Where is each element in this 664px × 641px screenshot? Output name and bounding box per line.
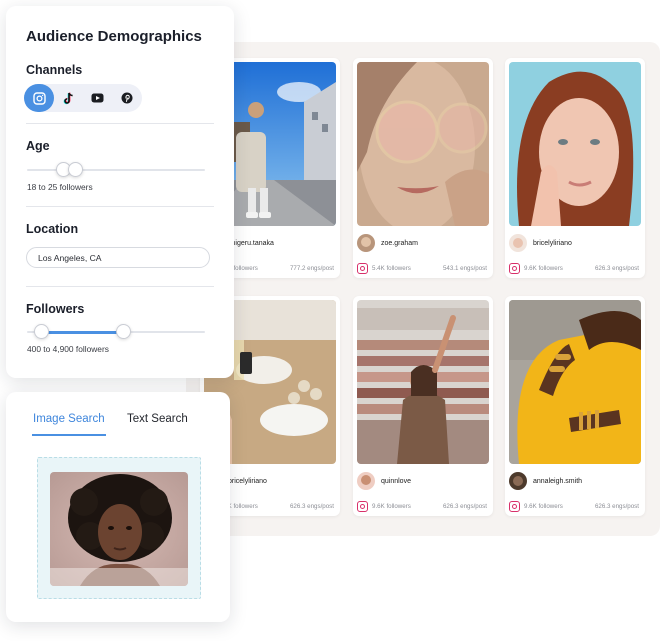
- channel-pinterest[interactable]: [112, 84, 141, 112]
- channel-instagram[interactable]: [24, 84, 54, 112]
- channel-selector: [24, 84, 142, 112]
- tab-image-search[interactable]: Image Search: [33, 413, 105, 425]
- influencer-photo[interactable]: [509, 300, 641, 464]
- instagram-icon: [357, 500, 368, 512]
- follower-count: 9.6K followers: [524, 502, 563, 510]
- pinterest-icon: [121, 92, 132, 104]
- influencer-user: bricelyliriano: [509, 234, 572, 252]
- followers-label: Followers: [26, 302, 85, 316]
- influencer-stats: 9.6K followers 626.3 engs/post: [509, 500, 639, 512]
- instagram-icon: [509, 500, 520, 512]
- avatar: [357, 472, 375, 490]
- engagement-rate: 626.3 engs/post: [442, 502, 487, 510]
- divider: [26, 123, 214, 124]
- influencer-handle[interactable]: bricelyliriano: [228, 478, 267, 485]
- divider: [26, 286, 214, 287]
- divider: [26, 206, 214, 207]
- channels-label: Channels: [26, 63, 83, 77]
- audience-demographics-panel: Audience Demographics Channels Age 18 to…: [6, 6, 234, 378]
- influencer-photo[interactable]: [357, 300, 489, 464]
- follower-count: 5.4K followers: [372, 264, 411, 272]
- engagement-rate: 543.1 engs/post: [442, 264, 487, 272]
- influencer-card[interactable]: quinnlove 9.6K followers 626.3 engs/post: [353, 296, 493, 516]
- age-label: Age: [26, 139, 50, 153]
- follower-count: 9.6K followers: [524, 264, 563, 272]
- location-input[interactable]: [26, 247, 210, 268]
- influencer-stats: 9.6K followers 626.3 engs/post: [509, 262, 639, 274]
- youtube-icon: [91, 93, 104, 103]
- influencer-user: quinnlove: [357, 472, 411, 490]
- channel-youtube[interactable]: [83, 84, 112, 112]
- influencer-handle[interactable]: annaleigh.smith: [533, 478, 582, 485]
- influencer-user: zoe.graham: [357, 234, 418, 252]
- location-label: Location: [26, 222, 79, 236]
- image-drop-zone[interactable]: [37, 457, 201, 599]
- influencer-photo[interactable]: [509, 62, 641, 226]
- slider-max-handle[interactable]: [67, 162, 83, 177]
- tab-text-search[interactable]: Text Search: [127, 413, 188, 425]
- influencer-user: annaleigh.smith: [509, 472, 582, 490]
- influencer-handle[interactable]: shigeru.tanaka: [228, 240, 274, 247]
- influencer-card[interactable]: zoe.graham 5.4K followers 543.1 engs/pos…: [353, 58, 493, 278]
- slider-min-handle[interactable]: [34, 324, 50, 339]
- search-image: [50, 472, 188, 586]
- slider-max-handle[interactable]: [115, 324, 131, 339]
- instagram-icon: [357, 262, 368, 274]
- instagram-icon: [509, 262, 520, 274]
- active-tab-indicator: [32, 434, 106, 436]
- slider-track: [27, 169, 205, 171]
- influencer-stats: 5.4K followers 543.1 engs/post: [357, 262, 487, 274]
- engagement-rate: 777.2 engs/post: [289, 264, 334, 272]
- instagram-icon: [32, 91, 46, 105]
- tiktok-icon: [63, 92, 73, 104]
- panel-title: Audience Demographics: [26, 28, 202, 45]
- followers-range-slider[interactable]: [27, 324, 205, 340]
- influencer-photo[interactable]: [357, 62, 489, 226]
- engagement-rate: 626.3 engs/post: [594, 264, 639, 272]
- slider-fill: [41, 331, 124, 334]
- engagement-rate: 626.3 engs/post: [594, 502, 639, 510]
- search-panel: Image Search Text Search: [6, 392, 230, 622]
- influencer-card[interactable]: bricelyliriano 9.6K followers 626.3 engs…: [505, 58, 645, 278]
- channel-tiktok[interactable]: [54, 84, 83, 112]
- engagement-rate: 626.3 engs/post: [289, 502, 334, 510]
- influencer-handle[interactable]: bricelyliriano: [533, 240, 572, 247]
- age-range-slider[interactable]: [27, 162, 205, 178]
- influencer-card[interactable]: annaleigh.smith 9.6K followers 626.3 eng…: [505, 296, 645, 516]
- followers-range-text: 400 to 4,900 followers: [27, 344, 109, 354]
- age-range-text: 18 to 25 followers: [27, 182, 93, 192]
- avatar: [509, 234, 527, 252]
- influencer-stats: 9.6K followers 626.3 engs/post: [357, 500, 487, 512]
- avatar: [357, 234, 375, 252]
- influencer-handle[interactable]: quinnlove: [381, 478, 411, 485]
- avatar: [509, 472, 527, 490]
- influencer-handle[interactable]: zoe.graham: [381, 240, 418, 247]
- follower-count: 9.6K followers: [372, 502, 411, 510]
